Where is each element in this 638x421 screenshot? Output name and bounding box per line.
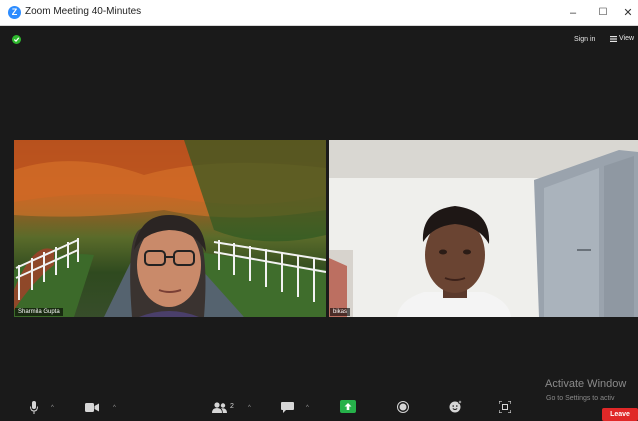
participant-name-label: bikas (330, 308, 351, 316)
maximize-button[interactable]: ☐ (591, 4, 615, 22)
stop-video-button[interactable] (85, 403, 99, 414)
participants-options-caret-icon[interactable]: ^ (248, 405, 251, 411)
chat-options-caret-icon[interactable]: ^ (306, 405, 309, 411)
view-button[interactable]: View (610, 35, 634, 42)
participants-count: 2 (230, 403, 234, 410)
activate-windows-title: Activate Window (545, 378, 627, 390)
reactions-icon (449, 400, 462, 413)
grid-icon (610, 35, 617, 42)
mute-button[interactable] (30, 401, 38, 416)
participant-video-right (329, 140, 638, 317)
window-title: Zoom Meeting 40-Minutes (25, 6, 142, 17)
video-camera-icon (85, 403, 99, 412)
record-button[interactable] (397, 401, 409, 415)
video-options-caret-icon[interactable]: ^ (113, 405, 116, 411)
apps-icon (498, 400, 512, 414)
video-tile-sharmila[interactable]: Sharmila Gupta (14, 140, 326, 317)
window-titlebar: Z Zoom Meeting 40-Minutes – ☐ ✕ (0, 0, 638, 26)
participants-icon (212, 402, 227, 413)
chat-icon (281, 402, 294, 413)
chat-button[interactable] (281, 402, 294, 415)
video-tile-bikas[interactable]: bikas (329, 140, 638, 317)
share-screen-icon (340, 400, 356, 413)
meeting-toolbar: ^ ^ 2 ^ ^ (0, 396, 638, 421)
apps-button[interactable] (498, 400, 512, 415)
participant-name-label: Sharmila Gupta (15, 308, 63, 316)
zoom-app-icon: Z (8, 6, 21, 19)
check-icon (13, 37, 20, 42)
share-screen-button[interactable] (340, 400, 356, 415)
security-shield-icon[interactable] (12, 35, 21, 44)
leave-button[interactable]: Leave (602, 408, 638, 421)
meeting-area: Sign in View Sharmila Gupta bikas Activa… (0, 26, 638, 421)
microphone-icon (30, 401, 38, 414)
participants-button[interactable] (212, 402, 227, 415)
reactions-button[interactable] (449, 400, 462, 415)
participant-video-left (14, 140, 326, 317)
mute-options-caret-icon[interactable]: ^ (51, 405, 54, 411)
record-icon (397, 401, 409, 413)
close-button[interactable]: ✕ (619, 4, 637, 22)
minimize-button[interactable]: – (561, 4, 585, 22)
view-label: View (619, 35, 635, 42)
sign-in-link[interactable]: Sign in (574, 36, 595, 43)
